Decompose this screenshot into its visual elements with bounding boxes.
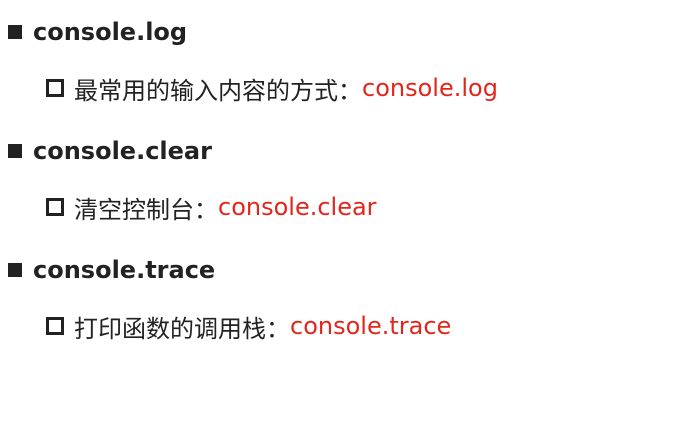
- filled-square-bullet-icon: [8, 263, 22, 277]
- sub-bullet: 清空控制台： console.clear: [46, 190, 668, 224]
- filled-square-bullet-icon: [8, 144, 22, 158]
- section-heading: console.trace: [8, 253, 668, 287]
- section-console-trace: console.trace 打印函数的调用栈： console.trace: [8, 253, 668, 343]
- sub-bullet-description: 最常用的输入内容的方式：: [74, 76, 362, 105]
- sub-bullet-code: console.clear: [218, 193, 377, 221]
- sub-bullet-code: console.trace: [290, 312, 452, 340]
- sub-bullet-description: 打印函数的调用栈：: [74, 314, 290, 343]
- sub-bullet: 打印函数的调用栈： console.trace: [46, 309, 668, 343]
- slide: console.log 最常用的输入内容的方式： console.log con…: [0, 0, 678, 423]
- sub-bullet-description: 清空控制台：: [74, 195, 218, 224]
- filled-square-bullet-icon: [8, 25, 22, 39]
- heading-text: console.clear: [33, 137, 212, 165]
- section-console-log: console.log 最常用的输入内容的方式： console.log: [8, 15, 668, 105]
- hollow-square-bullet-icon: [46, 79, 64, 97]
- section-console-clear: console.clear 清空控制台： console.clear: [8, 134, 668, 224]
- sub-bullet-code: console.log: [362, 74, 498, 102]
- section-heading: console.clear: [8, 134, 668, 168]
- heading-text: console.trace: [33, 256, 216, 284]
- sub-bullet: 最常用的输入内容的方式： console.log: [46, 71, 668, 105]
- hollow-square-bullet-icon: [46, 317, 64, 335]
- section-heading: console.log: [8, 15, 668, 49]
- hollow-square-bullet-icon: [46, 198, 64, 216]
- heading-text: console.log: [33, 18, 188, 46]
